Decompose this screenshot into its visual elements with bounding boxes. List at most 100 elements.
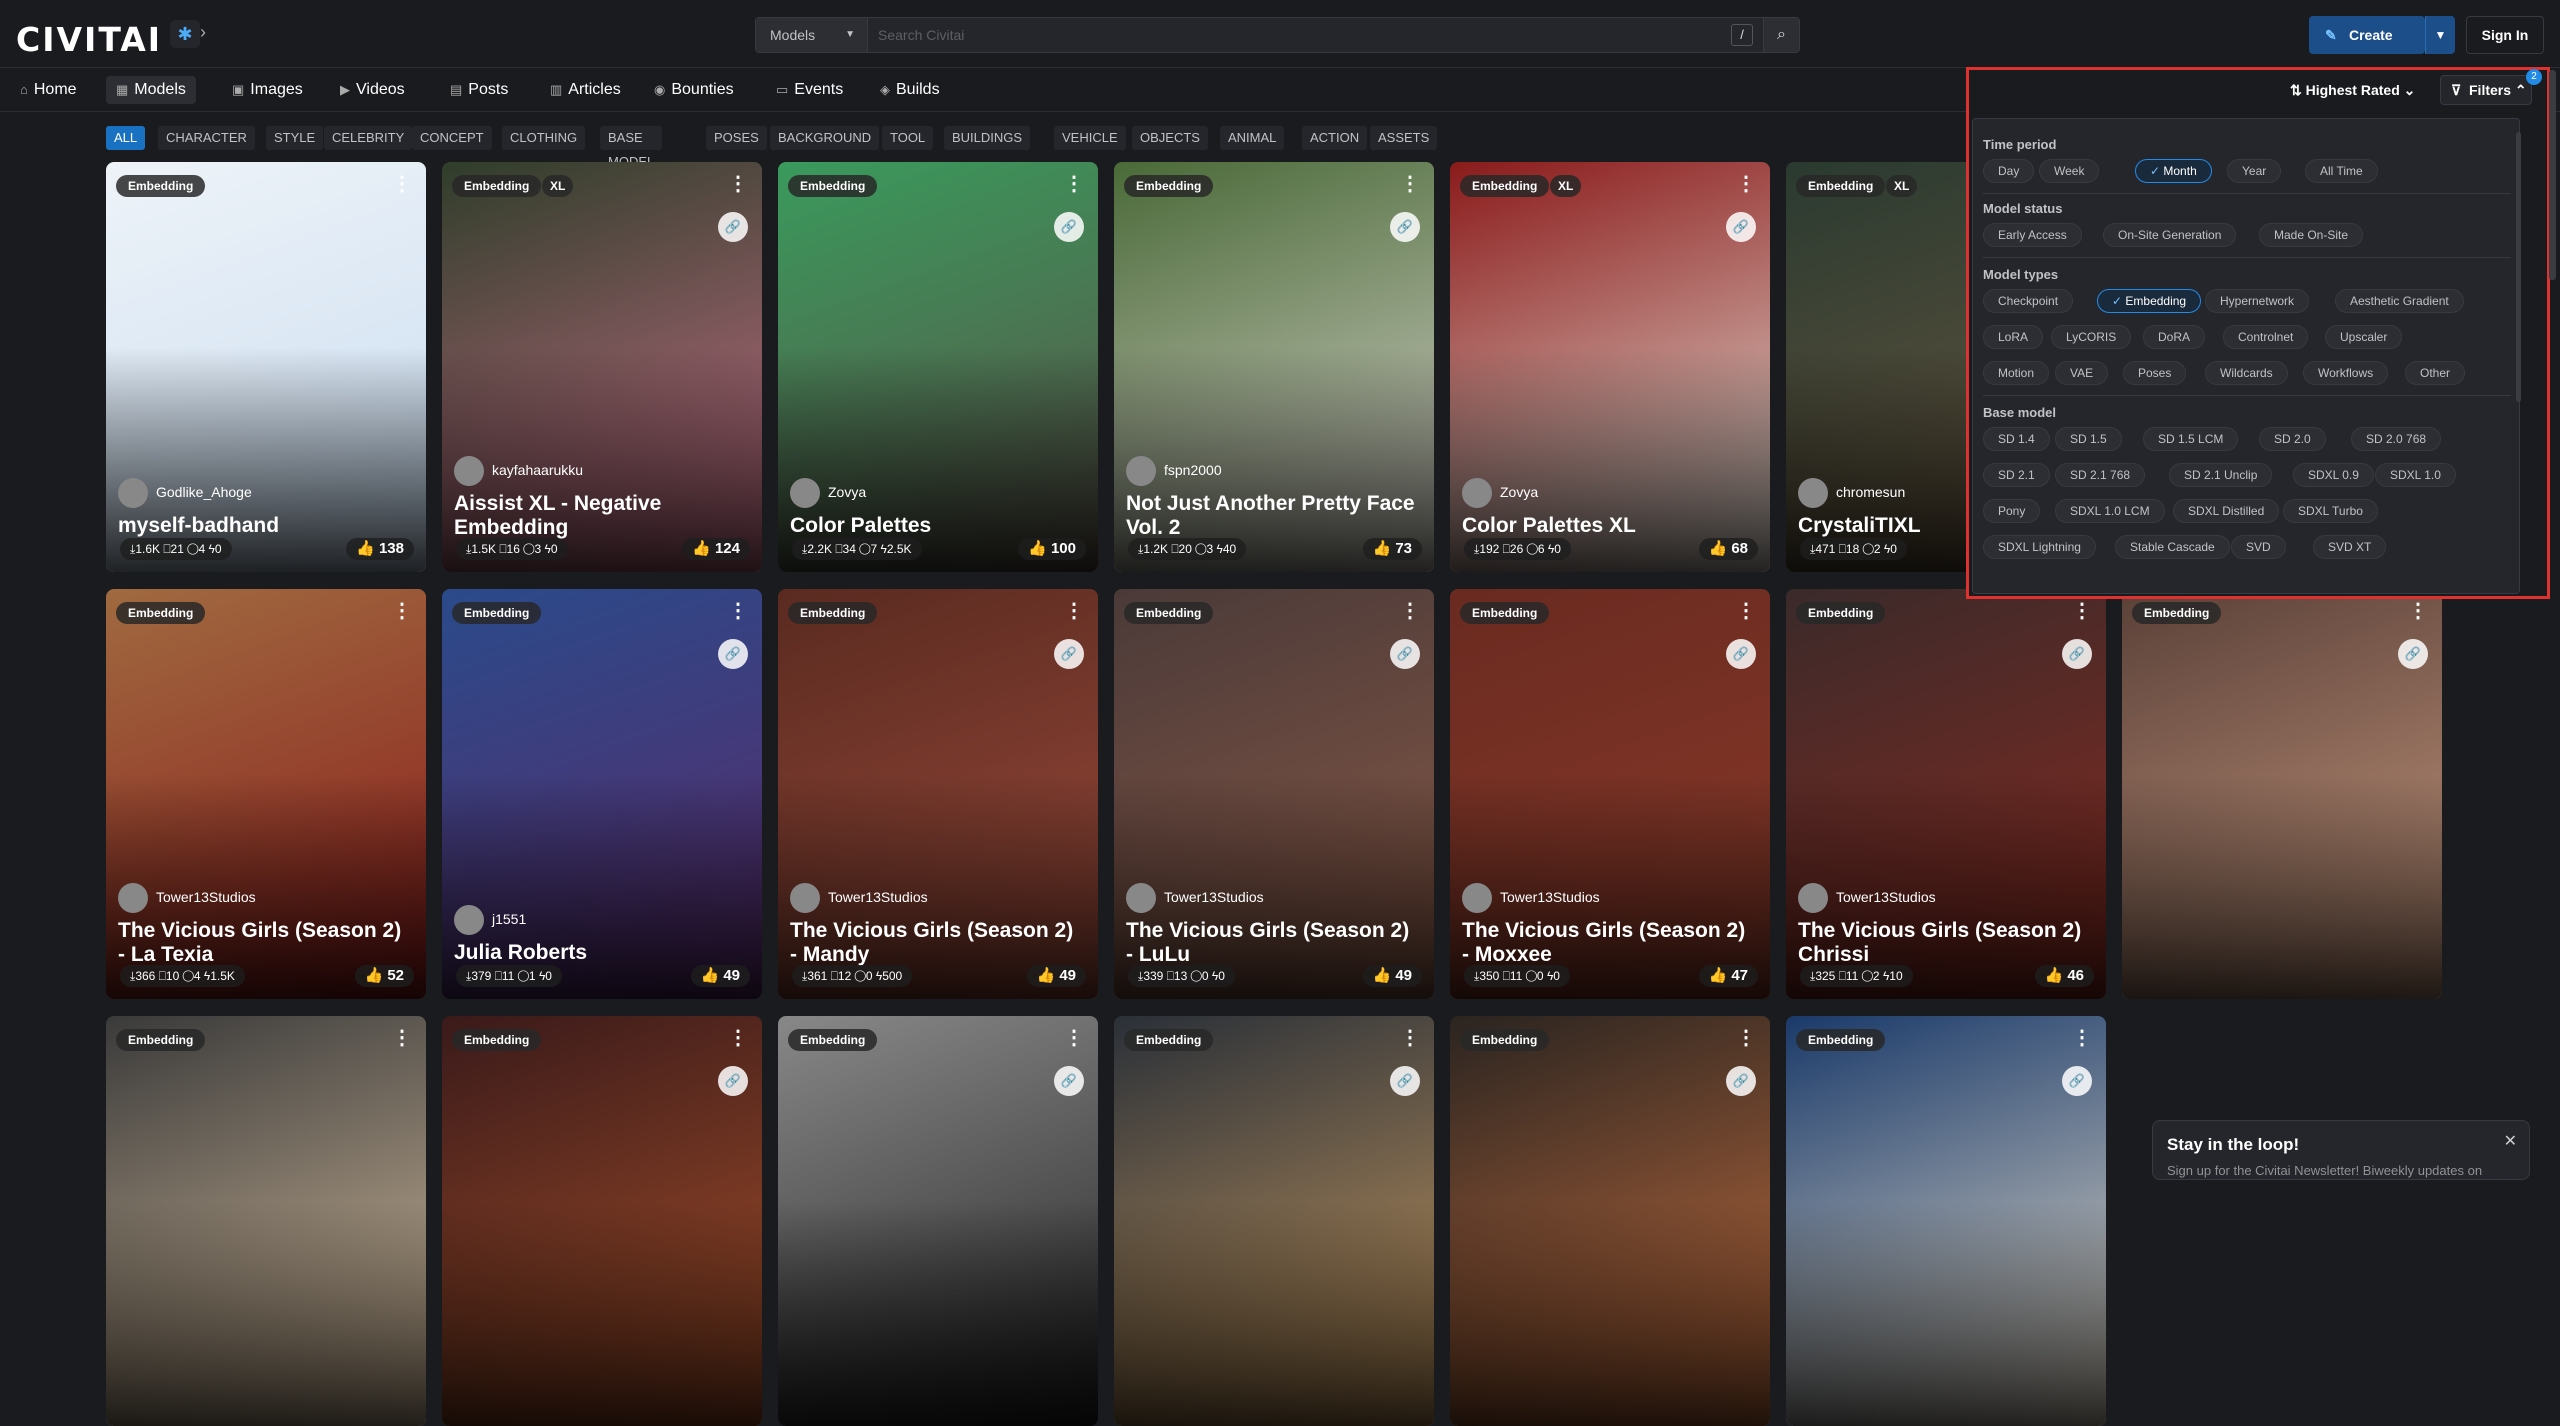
category-all[interactable]: ALL <box>106 126 145 150</box>
category-tool[interactable]: TOOL <box>882 126 933 150</box>
nav-images[interactable]: ▣Images <box>222 76 313 104</box>
category-vehicle[interactable]: VEHICLE <box>1054 126 1126 150</box>
nav-posts[interactable]: ▤Posts <box>440 76 518 104</box>
link-icon[interactable]: 🔗 <box>718 212 748 242</box>
category-objects[interactable]: OBJECTS <box>1132 126 1208 150</box>
likes-badge[interactable]: 👍49 <box>1027 965 1086 987</box>
time-period-option[interactable]: Year <box>2227 159 2281 183</box>
model-card[interactable]: Embedding⋮🔗Tower13StudiosThe Vicious Gir… <box>1786 589 2106 999</box>
model-title[interactable]: Not Just Another Pretty Face Vol. 2 <box>1126 492 1416 540</box>
search-type-select[interactable]: Models▼ <box>756 18 868 52</box>
model-status-option[interactable]: Made On-Site <box>2259 223 2363 247</box>
more-menu-icon[interactable]: ⋮ <box>2072 1028 2092 1048</box>
likes-badge[interactable]: 👍124 <box>682 538 750 560</box>
model-type-option[interactable]: Checkpoint <box>1983 289 2073 313</box>
link-icon[interactable]: 🔗 <box>2062 1066 2092 1096</box>
model-card[interactable]: Embedding⋮🔗 <box>1450 1016 1770 1426</box>
model-card[interactable]: Embedding⋮🔗 <box>442 1016 762 1426</box>
link-icon[interactable]: 🔗 <box>2398 639 2428 669</box>
model-title[interactable]: Color Palettes <box>790 514 1080 538</box>
link-icon[interactable]: 🔗 <box>1726 212 1756 242</box>
base-model-option[interactable]: SVD XT <box>2313 535 2386 559</box>
nav-home[interactable]: ⌂Home <box>10 76 87 104</box>
model-type-option[interactable]: Embedding <box>2097 289 2201 313</box>
link-icon[interactable]: 🔗 <box>1390 212 1420 242</box>
author-avatar[interactable] <box>790 883 820 913</box>
more-menu-icon[interactable]: ⋮ <box>1064 601 1084 621</box>
author-name[interactable]: Zovya <box>828 484 866 500</box>
model-title[interactable]: The Vicious Girls (Season 2) - Mandy <box>790 919 1080 967</box>
model-status-option[interactable]: On-Site Generation <box>2103 223 2236 247</box>
link-icon[interactable]: 🔗 <box>1390 1066 1420 1096</box>
category-animal[interactable]: ANIMAL <box>1220 126 1284 150</box>
likes-badge[interactable]: 👍138 <box>346 538 414 560</box>
sign-in-button[interactable]: Sign In <box>2466 16 2544 54</box>
more-menu-icon[interactable]: ⋮ <box>728 174 748 194</box>
likes-badge[interactable]: 👍52 <box>355 965 414 987</box>
model-type-option[interactable]: Upscaler <box>2325 325 2402 349</box>
more-menu-icon[interactable]: ⋮ <box>728 1028 748 1048</box>
model-title[interactable]: Aissist XL - Negative Embedding <box>454 492 744 540</box>
link-icon[interactable]: 🔗 <box>1726 1066 1756 1096</box>
model-card[interactable]: Embedding⋮🔗 <box>778 1016 1098 1426</box>
more-menu-icon[interactable]: ⋮ <box>2408 601 2428 621</box>
likes-badge[interactable]: 👍100 <box>1018 538 1086 560</box>
link-icon[interactable]: 🔗 <box>2062 639 2092 669</box>
more-menu-icon[interactable]: ⋮ <box>1400 1028 1420 1048</box>
filters-button[interactable]: ⊽Filters ⌃ <box>2440 75 2532 105</box>
more-menu-icon[interactable]: ⋮ <box>1400 601 1420 621</box>
author-avatar[interactable] <box>1798 478 1828 508</box>
category-concept[interactable]: CONCEPT <box>412 126 492 150</box>
author-avatar[interactable] <box>1462 883 1492 913</box>
model-card[interactable]: Embedding⋮🔗fspn2000Not Just Another Pret… <box>1114 162 1434 572</box>
search-icon[interactable]: ⌕ <box>1763 18 1799 52</box>
base-model-option[interactable]: SDXL Lightning <box>1983 535 2096 559</box>
base-model-option[interactable]: SD 2.1 <box>1983 463 2050 487</box>
base-model-option[interactable]: SD 1.4 <box>1983 427 2050 451</box>
author-name[interactable]: Godlike_Ahoge <box>156 484 252 500</box>
more-menu-icon[interactable]: ⋮ <box>392 174 412 194</box>
more-menu-icon[interactable]: ⋮ <box>1736 1028 1756 1048</box>
model-type-option[interactable]: Poses <box>2123 361 2186 385</box>
more-menu-icon[interactable]: ⋮ <box>2072 601 2092 621</box>
page-scrollbar[interactable] <box>2549 70 2556 280</box>
author-name[interactable]: Tower13Studios <box>828 889 928 905</box>
model-type-option[interactable]: VAE <box>2055 361 2108 385</box>
base-model-option[interactable]: SDXL 1.0 <box>2375 463 2456 487</box>
link-icon[interactable]: 🔗 <box>718 639 748 669</box>
model-card[interactable]: Embedding⋮🔗Tower13StudiosThe Vicious Gir… <box>1450 589 1770 999</box>
link-icon[interactable]: 🔗 <box>1390 639 1420 669</box>
base-model-option[interactable]: SVD <box>2231 535 2286 559</box>
model-type-option[interactable]: Wildcards <box>2205 361 2288 385</box>
link-icon[interactable]: 🔗 <box>718 1066 748 1096</box>
base-model-option[interactable]: Pony <box>1983 499 2040 523</box>
model-card[interactable]: Embedding⋮ <box>106 1016 426 1426</box>
more-menu-icon[interactable]: ⋮ <box>1400 174 1420 194</box>
more-menu-icon[interactable]: ⋮ <box>1736 601 1756 621</box>
author-avatar[interactable] <box>118 478 148 508</box>
model-card[interactable]: Embedding⋮Tower13StudiosThe Vicious Girl… <box>106 589 426 999</box>
base-model-option[interactable]: SD 2.1 Unclip <box>2169 463 2272 487</box>
likes-badge[interactable]: 👍68 <box>1699 538 1758 560</box>
nav-articles[interactable]: ▥Articles <box>540 76 631 104</box>
link-icon[interactable]: 🔗 <box>1054 639 1084 669</box>
author-name[interactable]: Tower13Studios <box>1836 889 1936 905</box>
base-model-option[interactable]: SDXL Distilled <box>2173 499 2279 523</box>
filters-scrollbar[interactable] <box>2516 132 2521 402</box>
close-icon[interactable]: ✕ <box>2504 1131 2517 1151</box>
search-input[interactable] <box>878 18 1678 52</box>
model-card[interactable]: Embedding⋮🔗 <box>1114 1016 1434 1426</box>
time-period-option[interactable]: Day <box>1983 159 2034 183</box>
nav-builds[interactable]: ◈Builds <box>870 76 950 104</box>
author-name[interactable]: kayfahaarukku <box>492 462 583 478</box>
more-menu-icon[interactable]: ⋮ <box>1064 1028 1084 1048</box>
more-menu-icon[interactable]: ⋮ <box>392 601 412 621</box>
model-title[interactable]: Color Palettes XL <box>1462 514 1752 538</box>
category-character[interactable]: CHARACTER <box>158 126 255 150</box>
model-title[interactable]: myself-badhand <box>118 514 408 538</box>
chevron-right-icon[interactable]: › <box>200 22 206 43</box>
likes-badge[interactable]: 👍73 <box>1363 538 1422 560</box>
category-style[interactable]: STYLE <box>266 126 323 150</box>
nav-events[interactable]: ▭Events <box>766 76 853 104</box>
likes-badge[interactable]: 👍47 <box>1699 965 1758 987</box>
